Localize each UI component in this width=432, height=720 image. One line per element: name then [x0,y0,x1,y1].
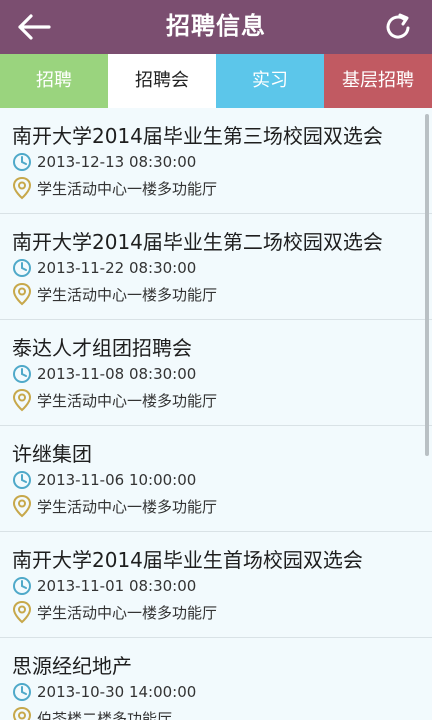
list-scrollbar[interactable] [425,114,429,456]
list-item[interactable]: 南开大学2014届毕业生第三场校园双选会 2013-12-13 08:30:00… [0,108,432,214]
event-place-row: 学生活动中心一楼多功能厅 [12,494,217,518]
event-time-row: 2013-12-13 08:30:00 [12,152,196,172]
job-fair-list[interactable]: 南开大学2014届毕业生第三场校园双选会 2013-12-13 08:30:00… [0,108,432,720]
clock-icon [13,365,31,383]
event-time: 2013-12-13 08:30:00 [37,153,197,171]
event-place-row: 学生活动中心一楼多功能厅 [12,282,217,306]
event-time: 2013-11-08 08:30:00 [37,365,197,383]
event-place: 学生活动中心一楼多功能厅 [37,285,218,304]
tab-recruitment[interactable]: 招聘 [0,54,108,108]
event-time: 2013-11-06 10:00:00 [37,471,197,489]
event-name: 南开大学2014届毕业生第三场校园双选会 [12,124,383,148]
refresh-button[interactable] [378,8,418,46]
event-time-row: 2013-11-08 08:30:00 [12,364,196,384]
event-place-row: 学生活动中心一楼多功能厅 [12,176,217,200]
location-pin-icon [12,282,32,306]
event-name: 思源经纪地产 [12,654,132,678]
event-name: 泰达人才组团招聘会 [12,336,192,360]
event-name: 南开大学2014届毕业生第二场校园双选会 [12,230,383,254]
top-bar: 招聘信息 [0,0,432,54]
location-pin-icon [12,176,32,200]
event-place: 学生活动中心一楼多功能厅 [37,179,218,198]
list-item[interactable]: 思源经纪地产 2013-10-30 14:00:00 伯苓楼二楼多功能厅 [0,638,432,720]
clock-icon [13,471,31,489]
event-time-row: 2013-10-30 14:00:00 [12,682,196,702]
location-pin-icon [12,600,32,624]
event-place-row: 学生活动中心一楼多功能厅 [12,388,217,412]
clock-icon [13,259,31,277]
page-title: 招聘信息 [166,12,266,40]
clock-icon [13,153,31,171]
event-time-row: 2013-11-22 08:30:00 [12,258,196,278]
event-place: 伯苓楼二楼多功能厅 [37,709,173,720]
event-name: 许继集团 [12,442,92,466]
tab-job-fair[interactable]: 招聘会 [108,54,216,108]
event-time-row: 2013-11-06 10:00:00 [12,470,196,490]
event-time: 2013-11-01 08:30:00 [37,577,197,595]
refresh-icon [386,13,410,39]
event-time: 2013-11-22 08:30:00 [37,259,197,277]
list-item[interactable]: 泰达人才组团招聘会 2013-11-08 08:30:00 学生活动中心一楼多功… [0,320,432,426]
event-place-row: 学生活动中心一楼多功能厅 [12,600,217,624]
event-place-row: 伯苓楼二楼多功能厅 [12,706,172,720]
event-name: 南开大学2014届毕业生首场校园双选会 [12,548,363,572]
event-place: 学生活动中心一楼多功能厅 [37,497,218,516]
event-place: 学生活动中心一楼多功能厅 [37,603,218,622]
list-item[interactable]: 许继集团 2013-11-06 10:00:00 学生活动中心一楼多功能厅 [0,426,432,532]
event-time: 2013-10-30 14:00:00 [37,683,197,701]
tab-grassroots-recruitment[interactable]: 基层招聘 [324,54,432,108]
event-place: 学生活动中心一楼多功能厅 [37,391,218,410]
list-item[interactable]: 南开大学2014届毕业生首场校园双选会 2013-11-01 08:30:00 … [0,532,432,638]
clock-icon [13,683,31,701]
tab-internship[interactable]: 实习 [216,54,324,108]
location-pin-icon [12,494,32,518]
location-pin-icon [12,706,32,720]
event-time-row: 2013-11-01 08:30:00 [12,576,196,596]
category-tabs: 招聘 招聘会 实习 基层招聘 [0,54,432,108]
location-pin-icon [12,388,32,412]
clock-icon [13,577,31,595]
list-item[interactable]: 南开大学2014届毕业生第二场校园双选会 2013-11-22 08:30:00… [0,214,432,320]
